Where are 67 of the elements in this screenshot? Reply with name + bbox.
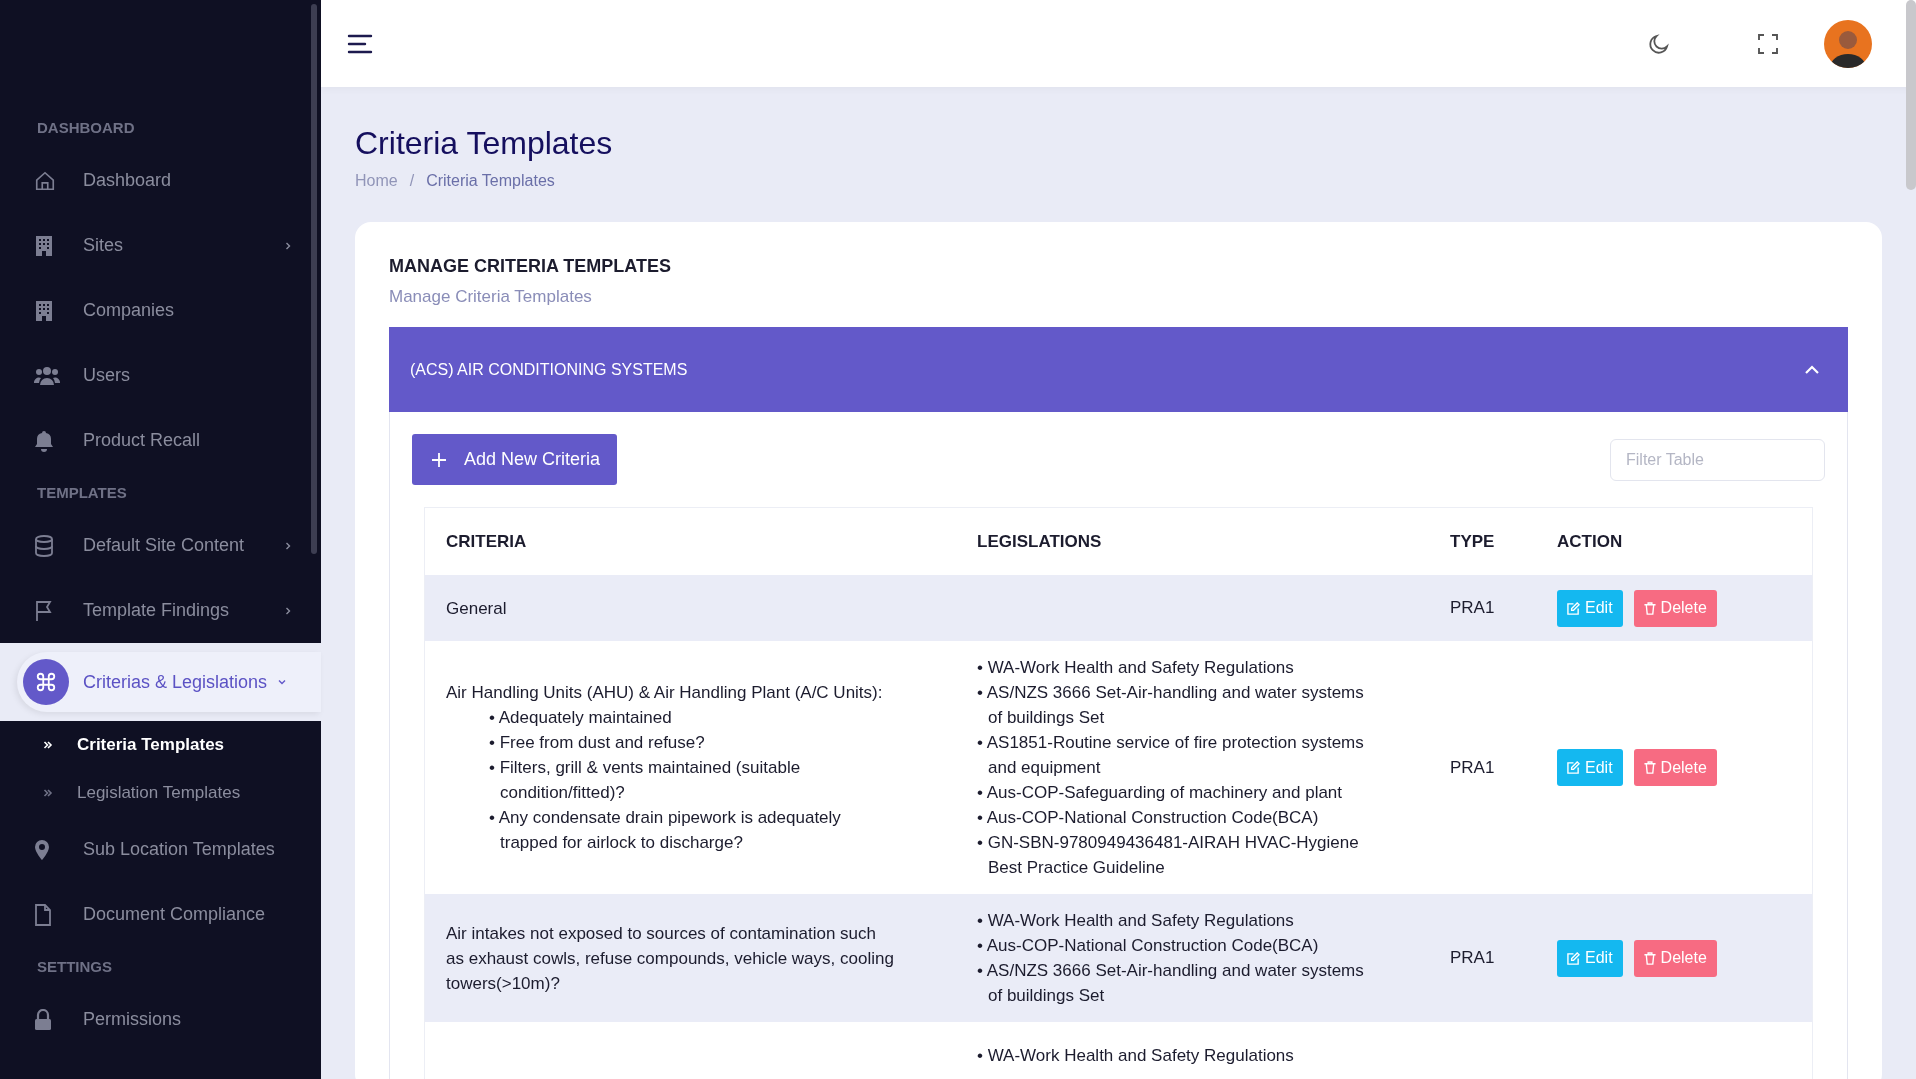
avatar[interactable] — [1824, 19, 1872, 68]
trash-icon — [1643, 951, 1656, 965]
home-icon — [34, 169, 56, 192]
sidebar-item[interactable]: Default Site Content — [0, 513, 321, 578]
scrollbar[interactable] — [311, 4, 317, 554]
sidebar-item[interactable]: Sub Location Templates — [0, 817, 321, 882]
chevron-icon — [283, 605, 293, 616]
chevron-icon — [283, 240, 293, 251]
sidebar-item[interactable]: Product Recall — [0, 408, 321, 473]
moon-icon[interactable] — [1647, 31, 1671, 56]
section-label: DASHBOARD — [36, 118, 136, 138]
sidebar-item[interactable]: Document Compliance — [0, 882, 321, 947]
scrollbar[interactable] — [1906, 0, 1916, 190]
edit-icon — [1567, 951, 1580, 965]
sidebar-item[interactable]: Criterias & Legislations — [17, 652, 321, 712]
column-header: TYPE — [1449, 531, 1496, 552]
sidebar-item[interactable]: Sites — [0, 213, 321, 278]
flag-icon — [34, 599, 54, 622]
type-cell: PRA1 — [1450, 757, 1495, 777]
criteria-cell-text: General — [446, 597, 508, 620]
double-chevron-icon — [43, 788, 53, 798]
submenu-item[interactable]: Criteria Templates — [0, 721, 321, 769]
edit-icon — [1567, 601, 1580, 615]
legislations-cell-text: • WA-Work Health and Safety Regulations • AS/NZS 3666 Set-Air-handling and water systems of buildings Set • AS1851-Routine service of fire protection systems and equipment • Aus-COP-Safeguarding of machinery and plant • Aus-COP-National Construction Code(BCA) • GN-SBN-9780949436481-AIRAH HVAC-Hygiene Best Practice Guideline — [977, 657, 1365, 879]
filter-field[interactable]: Filter Table — [1610, 438, 1825, 481]
users-icon — [34, 364, 60, 387]
criteria-cell-text: Air intakes not exposed to sources of contamination such as exhaust cowls, refuse compounds, vehicle ways, cooling towers(>10m)? — [446, 922, 895, 995]
chevron-icon — [1804, 364, 1820, 375]
lock-icon — [34, 1008, 52, 1031]
command-icon — [35, 671, 57, 693]
card-subtitle: Manage Criteria Templates — [389, 287, 593, 307]
file-icon — [34, 903, 52, 926]
type-cell: PRA1 — [1450, 598, 1495, 617]
legislations-cell-text: • WA-Work Health and Safety Regulations — [977, 1044, 1295, 1067]
bell-icon — [34, 429, 54, 452]
sidebar-item[interactable]: Users — [0, 343, 321, 408]
map-pin-icon — [34, 838, 50, 861]
column-header: ACTION — [1556, 531, 1624, 552]
trash-icon — [1643, 601, 1656, 615]
building-icon — [34, 299, 54, 322]
type-cell: PRA1 — [1450, 948, 1495, 967]
card-title: MANAGE CRITERIA TEMPLATES — [389, 256, 672, 277]
criteria-cell-text: Air Handling Units (AHU) & Air Handling Plant (A/C Units): • Adequately maintained • Free from dust and refuse? • Filters, grill & vents maintained (suitable condition/fitted)? • Any condensate drain pipework is adequately trapped for airlock to discharge? — [446, 682, 884, 854]
chevron-icon — [277, 677, 288, 687]
section-label: SETTINGS — [36, 957, 113, 977]
legislations-cell-text: • WA-Work Health and Safety Regulations • Aus-COP-National Construction Code(BCA) • AS/NZS 3666 Set-Air-handling and water systems of buildings Set — [977, 910, 1365, 1007]
sidebar-item[interactable]: Dashboard — [0, 148, 321, 213]
menu-icon[interactable] — [347, 33, 373, 54]
double-chevron-icon — [43, 740, 53, 750]
sidebar-item[interactable]: Permissions — [0, 987, 321, 1052]
column-header: LEGISLATIONS — [976, 531, 1103, 552]
plus-icon — [432, 452, 446, 467]
accordion-header[interactable]: (ACS) AIR CONDITIONING SYSTEMS — [389, 327, 1848, 412]
add-criteria-button[interactable]: Add New Criteria — [412, 434, 618, 485]
chevron-icon — [283, 540, 293, 551]
trash-icon — [1643, 761, 1656, 774]
submenu-item[interactable]: Legislation Templates — [0, 769, 321, 817]
breadcrumb-separator: / — [409, 172, 415, 190]
section-label: TEMPLATES — [36, 483, 128, 503]
sidebar-item[interactable]: Template Findings — [0, 578, 321, 643]
edit-icon — [1567, 761, 1580, 774]
database-icon — [34, 534, 54, 557]
building-icon — [34, 234, 54, 257]
page-title: Criteria Templates — [355, 125, 614, 162]
fullscreen-icon[interactable] — [1757, 32, 1779, 55]
sidebar-item[interactable]: Companies — [0, 278, 321, 343]
column-header: CRITERIA — [445, 531, 528, 552]
